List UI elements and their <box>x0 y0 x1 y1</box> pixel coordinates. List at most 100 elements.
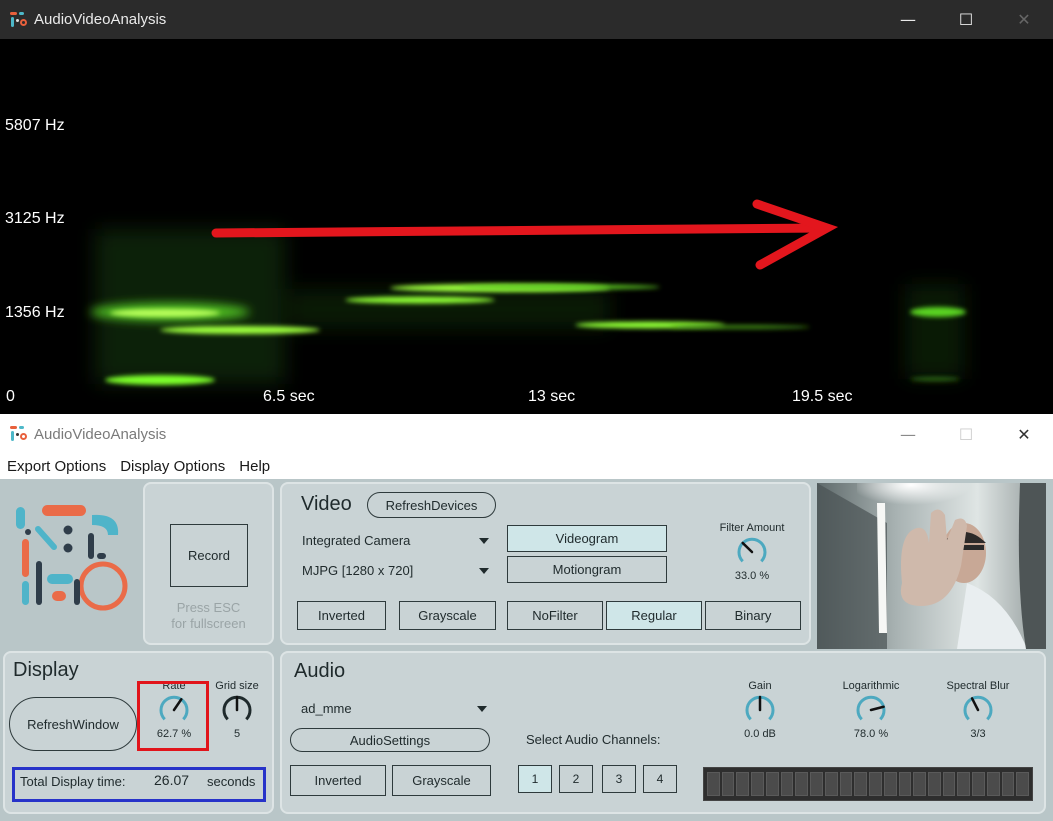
meter-cell <box>810 772 823 796</box>
motiongram-button[interactable]: Motiongram <box>507 556 667 583</box>
format-select-value: MJPG [1280 x 720] <box>302 563 414 578</box>
videogram-button[interactable]: Videogram <box>507 525 667 552</box>
app-icon <box>10 11 28 29</box>
knob-icon <box>222 695 252 721</box>
knob-icon <box>963 695 993 721</box>
camera-select-value: Integrated Camera <box>302 533 411 548</box>
chevron-down-icon <box>477 705 487 712</box>
audio-device-select[interactable]: ad_mme <box>301 701 487 716</box>
fullscreen-hint-line1: Press ESC <box>176 600 241 615</box>
chevron-down-icon <box>479 537 489 544</box>
app-icon <box>10 425 28 443</box>
audio-title: Audio <box>294 660 346 682</box>
title-bar: AudioVideoAnalysis — ☐ ✕ <box>0 0 1053 39</box>
binary-button[interactable]: Binary <box>705 601 801 630</box>
refresh-window-button[interactable]: RefreshWindow <box>9 697 137 751</box>
camera-select[interactable]: Integrated Camera <box>302 533 489 548</box>
meter-cell <box>707 772 720 796</box>
video-grayscale-button[interactable]: Grayscale <box>399 601 496 630</box>
channels-label: Select Audio Channels: <box>526 732 661 747</box>
grid-size-title: Grid size <box>215 680 259 692</box>
menu-export-options[interactable]: Export Options <box>0 458 113 475</box>
camera-image <box>817 483 1046 649</box>
meter-cell <box>1016 772 1030 796</box>
title-bar: AudioVideoAnalysis — ☐ ✕ <box>0 414 1053 454</box>
knob-icon <box>745 695 775 721</box>
close-button[interactable]: ✕ <box>995 414 1053 454</box>
maximize-button[interactable]: ☐ <box>937 414 995 454</box>
menu-display-options[interactable]: Display Options <box>113 458 232 475</box>
meter-cell <box>824 772 838 796</box>
audio-inverted-button[interactable]: Inverted <box>290 765 386 796</box>
meter-cell <box>957 772 971 796</box>
spectral-blur-title: Spectral Blur <box>946 680 1010 692</box>
x-label-0: 0 <box>6 388 15 405</box>
filter-amount-value: 33.0 % <box>734 570 770 582</box>
spectrogram-view: 5807 Hz 3125 Hz 1356 Hz 0 6.5 sec 13 sec… <box>0 39 1053 414</box>
meter-cell <box>913 772 927 796</box>
gain-value: 0.0 dB <box>744 728 776 740</box>
rate-highlight-box <box>137 681 209 751</box>
meter-cell <box>898 772 912 796</box>
meter-cell <box>795 772 809 796</box>
spectral-blur-knob[interactable]: Spectral Blur 3/3 <box>938 680 1018 740</box>
maximize-button[interactable]: ☐ <box>937 0 995 39</box>
channel-1-button[interactable]: 1 <box>518 765 552 793</box>
refresh-devices-button[interactable]: RefreshDevices <box>367 492 496 518</box>
channel-2-button[interactable]: 2 <box>559 765 593 793</box>
audio-grayscale-button[interactable]: Grayscale <box>392 765 491 796</box>
meter-cell <box>780 772 794 796</box>
spectral-blur-value: 3/3 <box>970 728 986 740</box>
audio-device-value: ad_mme <box>301 701 352 716</box>
regular-button[interactable]: Regular <box>606 601 702 630</box>
spectrogram-window: AudioVideoAnalysis — ☐ ✕ 5807 Hz 3125 Hz… <box>0 0 1053 414</box>
meter-cell <box>765 772 779 796</box>
format-select[interactable]: MJPG [1280 x 720] <box>302 563 489 578</box>
meter-cell <box>972 772 985 796</box>
record-panel: Record Press ESC for fullscreen <box>143 482 274 645</box>
knob-icon <box>737 537 767 563</box>
video-title: Video <box>301 493 352 515</box>
audio-level-meter <box>703 767 1033 801</box>
camera-preview <box>817 483 1046 649</box>
knob-needle <box>869 705 885 712</box>
nofilter-button[interactable]: NoFilter <box>507 601 603 630</box>
minimize-button[interactable]: — <box>879 414 937 454</box>
chevron-down-icon <box>479 567 489 574</box>
total-time-highlight-box <box>12 767 266 802</box>
app-area: Record Press ESC for fullscreen Video Re… <box>0 479 1053 821</box>
grid-size-knob[interactable]: Grid size 5 <box>208 680 266 740</box>
gain-title: Gain <box>748 680 772 692</box>
control-window: AudioVideoAnalysis — ☐ ✕ Export Options … <box>0 414 1053 821</box>
filter-amount-knob[interactable]: Filter Amount 33.0 % <box>707 522 797 582</box>
logo <box>8 499 136 624</box>
grid-size-value: 5 <box>233 728 241 740</box>
y-label-3125: 3125 Hz <box>5 210 65 227</box>
logarithmic-title: Logarithmic <box>842 680 900 692</box>
logarithmic-knob[interactable]: Logarithmic 78.0 % <box>835 680 907 740</box>
menu-bar: Export Options Display Options Help <box>0 454 1053 478</box>
meter-cell <box>986 772 1000 796</box>
y-label-5807: 5807 Hz <box>5 117 65 134</box>
close-button[interactable]: ✕ <box>995 0 1053 39</box>
minimize-button[interactable]: — <box>879 0 937 39</box>
window-title: AudioVideoAnalysis <box>34 425 167 443</box>
audio-settings-button[interactable]: AudioSettings <box>290 728 490 752</box>
window-title: AudioVideoAnalysis <box>34 11 167 28</box>
logarithmic-value: 78.0 % <box>853 728 889 740</box>
meter-cell <box>869 772 882 796</box>
video-panel: Video RefreshDevices Integrated Camera M… <box>280 482 811 645</box>
meter-cell <box>883 772 897 796</box>
knob-needle <box>970 697 980 712</box>
meter-cell <box>736 772 750 796</box>
channel-3-button[interactable]: 3 <box>602 765 636 793</box>
gain-knob[interactable]: Gain 0.0 dB <box>730 680 790 740</box>
logo-graphic <box>16 505 128 611</box>
record-button[interactable]: Record <box>170 524 248 587</box>
video-inverted-button[interactable]: Inverted <box>297 601 386 630</box>
menu-help[interactable]: Help <box>232 458 277 475</box>
channel-4-button[interactable]: 4 <box>643 765 677 793</box>
meter-cell <box>854 772 868 796</box>
meter-cell <box>721 772 735 796</box>
knob-needle <box>741 541 754 554</box>
